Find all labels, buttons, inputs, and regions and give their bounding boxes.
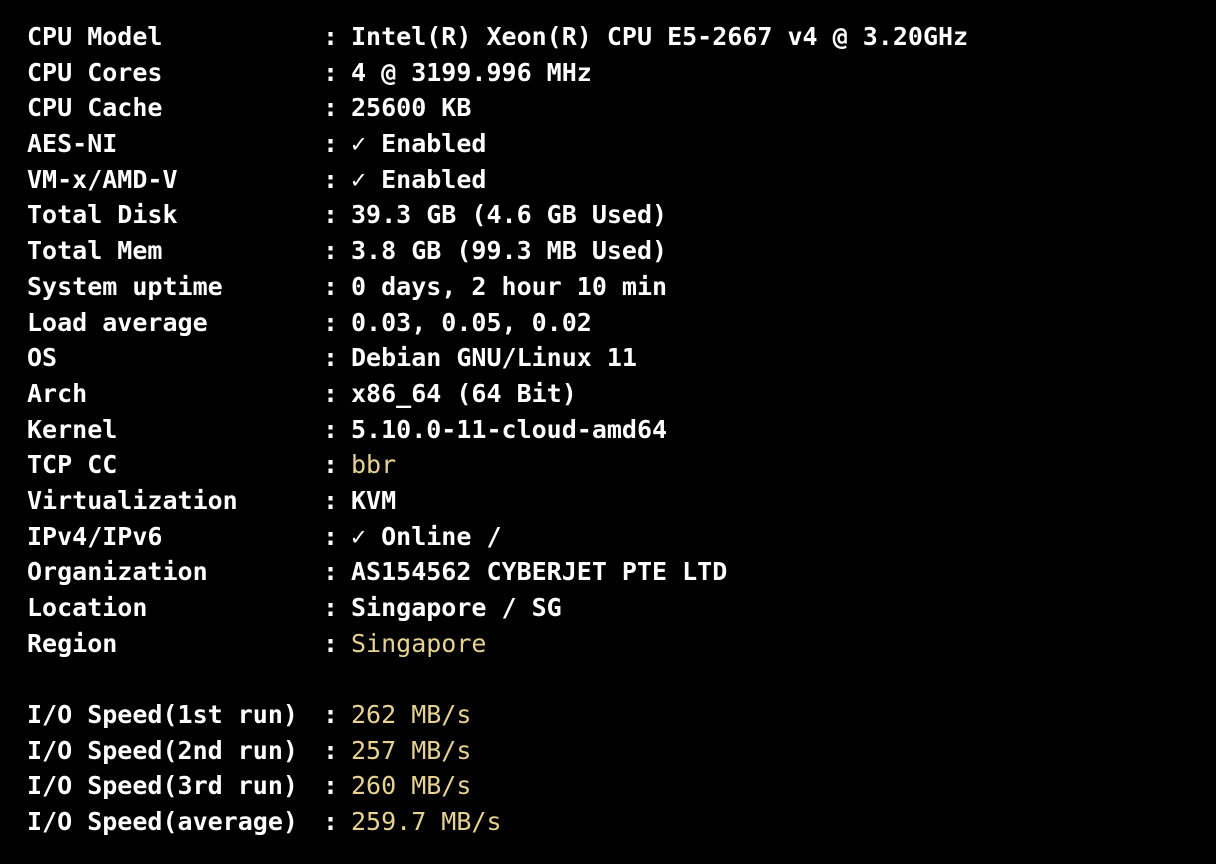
info-row-kernel: Kernel:5.10.0-11-cloud-amd64: [27, 412, 1216, 448]
row-separator: :: [323, 271, 339, 301]
row-separator: :: [323, 129, 339, 159]
row-separator: :: [323, 771, 339, 801]
row-value: Debian GNU/Linux 11: [351, 343, 637, 373]
info-row-arch: Arch: x86_64 (64 Bit): [27, 376, 1216, 412]
row-value: 39.3 GB (4.6 GB Used): [351, 200, 668, 230]
info-row-location: Location: Singapore / SG: [27, 590, 1216, 626]
row-label: I/O Speed(average): [27, 807, 298, 837]
row-separator: :: [323, 557, 339, 587]
row-separator: :: [323, 735, 339, 765]
row-label: VM-x/AMD-V: [27, 164, 178, 194]
row-label: I/O Speed(3rd run): [27, 771, 298, 801]
info-row-os: OS: Debian GNU/Linux 11: [27, 340, 1216, 376]
row-value: 0 days, 2 hour 10 min: [351, 271, 668, 301]
row-value: 25600 KB: [351, 93, 472, 123]
row-label: AES-NI: [27, 129, 118, 159]
info-row-tcp-cc: TCP CC: bbr: [27, 447, 1216, 483]
row-value: 262 MB/s: [351, 700, 472, 730]
row-separator: :: [323, 628, 339, 658]
info-row-system-uptime: System uptime:0 days, 2 hour 10 min: [27, 269, 1216, 305]
info-row-virtualization: Virtualization: KVM: [27, 483, 1216, 519]
row-value: AS154562 CYBERJET PTE LTD: [351, 557, 728, 587]
row-value: ✓ Enabled: [351, 129, 487, 159]
io-row-3rd-run: I/O Speed(3rd run):260 MB/s: [27, 768, 1216, 804]
row-value: Intel(R) Xeon(R) CPU E5-2667 v4 @ 3.20GH…: [351, 22, 969, 51]
row-label: OS: [27, 343, 58, 373]
row-separator: :: [323, 307, 339, 337]
info-row-organization: Organization: AS154562 CYBERJET PTE LTD: [27, 554, 1216, 590]
row-label: CPU Model: [27, 22, 163, 51]
row-value: KVM: [351, 485, 397, 515]
info-row-cpu-model: CPU Model: Intel(R) Xeon(R) CPU E5-2667 v…: [27, 19, 1216, 55]
row-separator: :: [323, 700, 339, 730]
info-row-aes-ni: AES-NI: ✓ Enabled: [27, 126, 1216, 162]
row-value: 259.7 MB/s: [351, 807, 502, 837]
io-row-2nd-run: I/O Speed(2nd run):257 MB/s: [27, 733, 1216, 769]
row-label: I/O Speed(2nd run): [27, 735, 298, 765]
row-value: 260 MB/s: [351, 771, 472, 801]
info-row-region: Region: Singapore: [27, 626, 1216, 662]
row-separator: :: [323, 485, 339, 515]
row-separator: :: [323, 164, 339, 194]
row-value: ✓ Enabled: [351, 164, 487, 194]
row-label: CPU Cores: [27, 57, 163, 87]
info-row-cpu-cores: CPU Cores:4 @ 3199.996 MHz: [27, 55, 1216, 91]
row-label: Location: [27, 593, 148, 622]
row-label: IPv4/IPv6: [27, 521, 163, 551]
row-value: ✓ Online /: [351, 521, 502, 551]
row-value: bbr: [351, 450, 397, 480]
row-label: Virtualization: [27, 485, 238, 515]
row-label: System uptime: [27, 271, 223, 301]
row-separator: :: [323, 93, 339, 123]
info-row-ipv4-ipv6: IPv4/IPv6: ✓ Online /: [27, 519, 1216, 555]
row-value: 3.8 GB (99.3 MB Used): [351, 236, 668, 266]
row-separator: :: [323, 22, 339, 51]
info-row-cpu-cache: CPU Cache:25600 KB: [27, 90, 1216, 126]
row-label: Total Mem: [27, 236, 163, 266]
row-separator: :: [323, 57, 339, 87]
info-row-total-disk: Total Disk:39.3 GB (4.6 GB Used): [27, 197, 1216, 233]
row-label: TCP CC: [27, 450, 118, 480]
io-row-average: I/O Speed(average):259.7 MB/s: [27, 804, 1216, 840]
row-label: Kernel: [27, 414, 118, 444]
row-label: Region: [27, 628, 118, 658]
row-value: 4 @ 3199.996 MHz: [351, 57, 592, 87]
row-value: Singapore / SG: [351, 593, 562, 622]
row-value: Singapore: [351, 628, 487, 658]
row-separator: :: [323, 521, 339, 551]
row-label: Total Disk: [27, 200, 178, 230]
row-label: I/O Speed(1st run): [27, 700, 298, 730]
row-separator: :: [323, 200, 339, 230]
row-value: 0.03, 0.05, 0.02: [351, 307, 592, 337]
row-value: 257 MB/s: [351, 735, 472, 765]
row-label: Load average: [27, 307, 208, 337]
row-separator: :: [323, 343, 339, 373]
row-separator: :: [323, 450, 339, 480]
terminal-output[interactable]: CPU Model: Intel(R) Xeon(R) CPU E5-2667 v…: [0, 0, 1216, 864]
row-separator: :: [323, 807, 339, 837]
io-row-1st-run: I/O Speed(1st run):262 MB/s: [27, 697, 1216, 733]
row-value: x86_64 (64 Bit): [351, 378, 577, 408]
row-separator: :: [323, 236, 339, 266]
info-row-load-average: Load average:0.03, 0.05, 0.02: [27, 305, 1216, 341]
row-value: 5.10.0-11-cloud-amd64: [351, 414, 668, 444]
row-separator: :: [323, 593, 339, 622]
row-label: Organization: [27, 557, 208, 587]
row-label: CPU Cache: [27, 93, 163, 123]
row-separator: :: [323, 414, 339, 444]
row-label: Arch: [27, 378, 88, 408]
row-separator: :: [323, 378, 339, 408]
info-row-vmx-amdv: VM-x/AMD-V: ✓ Enabled: [27, 162, 1216, 198]
info-row-total-mem: Total Mem:3.8 GB (99.3 MB Used): [27, 233, 1216, 269]
